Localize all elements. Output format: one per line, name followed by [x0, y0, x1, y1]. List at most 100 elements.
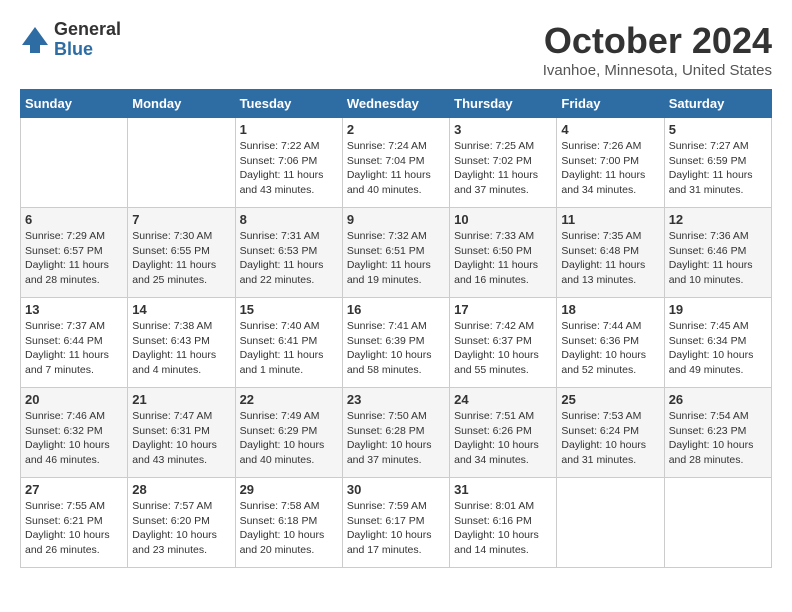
day-number: 3	[454, 122, 552, 137]
day-info: Sunrise: 7:31 AMSunset: 6:53 PMDaylight:…	[240, 229, 338, 288]
calendar-cell: 1Sunrise: 7:22 AMSunset: 7:06 PMDaylight…	[235, 118, 342, 208]
day-info: Sunrise: 7:36 AMSunset: 6:46 PMDaylight:…	[669, 229, 767, 288]
day-number: 9	[347, 212, 445, 227]
day-info: Sunrise: 7:51 AMSunset: 6:26 PMDaylight:…	[454, 409, 552, 468]
day-info: Sunrise: 7:26 AMSunset: 7:00 PMDaylight:…	[561, 139, 659, 198]
day-info: Sunrise: 7:50 AMSunset: 6:28 PMDaylight:…	[347, 409, 445, 468]
day-number: 18	[561, 302, 659, 317]
logo: General Blue	[20, 20, 121, 60]
day-number: 16	[347, 302, 445, 317]
day-info: Sunrise: 7:29 AMSunset: 6:57 PMDaylight:…	[25, 229, 123, 288]
day-number: 4	[561, 122, 659, 137]
calendar-cell: 9 Sunrise: 7:32 AMSunset: 6:51 PMDaylight…	[342, 208, 449, 298]
calendar-week-row: 6 Sunrise: 7:29 AMSunset: 6:57 PMDaylight…	[21, 208, 772, 298]
day-number: 17	[454, 302, 552, 317]
day-number: 31	[454, 482, 552, 497]
day-info: Sunrise: 7:37 AMSunset: 6:44 PMDaylight:…	[25, 319, 123, 378]
day-number: 20	[25, 392, 123, 407]
day-info: Sunrise: 7:57 AMSunset: 6:20 PMDaylight:…	[132, 499, 230, 558]
calendar-cell: 28 Sunrise: 7:57 AMSunset: 6:20 PMDayligh…	[128, 478, 235, 568]
calendar-cell: 6 Sunrise: 7:29 AMSunset: 6:57 PMDaylight…	[21, 208, 128, 298]
day-number: 6	[25, 212, 123, 227]
title-section: October 2024 Ivanhoe, Minnesota, United …	[543, 20, 772, 79]
day-number: 14	[132, 302, 230, 317]
day-info: Sunrise: 7:45 AMSunset: 6:34 PMDaylight:…	[669, 319, 767, 378]
day-info: Sunrise: 7:54 AMSunset: 6:23 PMDaylight:…	[669, 409, 767, 468]
calendar-cell: 20 Sunrise: 7:46 AMSunset: 6:32 PMDayligh…	[21, 388, 128, 478]
calendar-cell: 26 Sunrise: 7:54 AMSunset: 6:23 PMDayligh…	[664, 388, 771, 478]
weekday-header: Friday	[557, 90, 664, 118]
calendar-cell: 31 Sunrise: 8:01 AMSunset: 6:16 PMDayligh…	[450, 478, 557, 568]
calendar-cell: 7Sunrise: 7:30 AMSunset: 6:55 PMDaylight…	[128, 208, 235, 298]
day-number: 28	[132, 482, 230, 497]
calendar-cell: 4 Sunrise: 7:26 AMSunset: 7:00 PMDaylight…	[557, 118, 664, 208]
month-title: October 2024	[543, 20, 772, 62]
day-number: 22	[240, 392, 338, 407]
calendar-cell: 25 Sunrise: 7:53 AMSunset: 6:24 PMDayligh…	[557, 388, 664, 478]
calendar-cell: 22 Sunrise: 7:49 AMSunset: 6:29 PMDayligh…	[235, 388, 342, 478]
day-info: Sunrise: 7:25 AMSunset: 7:02 PMDaylight:…	[454, 139, 552, 198]
day-info: Sunrise: 7:24 AMSunset: 7:04 PMDaylight:…	[347, 139, 445, 198]
weekday-header: Thursday	[450, 90, 557, 118]
day-info: Sunrise: 7:32 AMSunset: 6:51 PMDaylight:…	[347, 229, 445, 288]
day-info: Sunrise: 7:49 AMSunset: 6:29 PMDaylight:…	[240, 409, 338, 468]
calendar-cell: 12 Sunrise: 7:36 AMSunset: 6:46 PMDayligh…	[664, 208, 771, 298]
logo-blue: Blue	[54, 40, 121, 60]
day-number: 2	[347, 122, 445, 137]
day-number: 25	[561, 392, 659, 407]
weekday-header: Sunday	[21, 90, 128, 118]
day-number: 10	[454, 212, 552, 227]
day-number: 27	[25, 482, 123, 497]
day-info: Sunrise: 7:40 AMSunset: 6:41 PMDaylight:…	[240, 319, 338, 378]
logo-text: General Blue	[54, 20, 121, 60]
calendar-cell: 23 Sunrise: 7:50 AMSunset: 6:28 PMDayligh…	[342, 388, 449, 478]
day-info: Sunrise: 7:42 AMSunset: 6:37 PMDaylight:…	[454, 319, 552, 378]
day-info: Sunrise: 7:46 AMSunset: 6:32 PMDaylight:…	[25, 409, 123, 468]
calendar-cell: 11Sunrise: 7:35 AMSunset: 6:48 PMDayligh…	[557, 208, 664, 298]
calendar-cell: 27Sunrise: 7:55 AMSunset: 6:21 PMDayligh…	[21, 478, 128, 568]
weekday-header-row: SundayMondayTuesdayWednesdayThursdayFrid…	[21, 90, 772, 118]
calendar-cell: 3 Sunrise: 7:25 AMSunset: 7:02 PMDaylight…	[450, 118, 557, 208]
day-number: 19	[669, 302, 767, 317]
calendar-cell	[664, 478, 771, 568]
calendar-cell: 30 Sunrise: 7:59 AMSunset: 6:17 PMDayligh…	[342, 478, 449, 568]
calendar-week-row: 20 Sunrise: 7:46 AMSunset: 6:32 PMDayligh…	[21, 388, 772, 478]
weekday-header: Monday	[128, 90, 235, 118]
day-number: 11	[561, 212, 659, 227]
calendar-cell: 16 Sunrise: 7:41 AMSunset: 6:39 PMDayligh…	[342, 298, 449, 388]
weekday-header: Saturday	[664, 90, 771, 118]
day-number: 23	[347, 392, 445, 407]
day-number: 29	[240, 482, 338, 497]
calendar-cell: 13 Sunrise: 7:37 AMSunset: 6:44 PMDayligh…	[21, 298, 128, 388]
calendar-cell: 19 Sunrise: 7:45 AMSunset: 6:34 PMDayligh…	[664, 298, 771, 388]
calendar-cell	[21, 118, 128, 208]
calendar-cell: 15Sunrise: 7:40 AMSunset: 6:41 PMDayligh…	[235, 298, 342, 388]
day-info: Sunrise: 7:27 AMSunset: 6:59 PMDaylight:…	[669, 139, 767, 198]
day-number: 7	[132, 212, 230, 227]
day-number: 26	[669, 392, 767, 407]
day-number: 30	[347, 482, 445, 497]
calendar: SundayMondayTuesdayWednesdayThursdayFrid…	[20, 89, 772, 568]
logo-icon	[20, 25, 50, 55]
calendar-cell: 2 Sunrise: 7:24 AMSunset: 7:04 PMDaylight…	[342, 118, 449, 208]
logo-general: General	[54, 20, 121, 40]
calendar-cell: 18Sunrise: 7:44 AMSunset: 6:36 PMDayligh…	[557, 298, 664, 388]
calendar-cell	[128, 118, 235, 208]
day-number: 13	[25, 302, 123, 317]
page-header: General Blue October 2024 Ivanhoe, Minne…	[20, 20, 772, 79]
day-info: Sunrise: 7:53 AMSunset: 6:24 PMDaylight:…	[561, 409, 659, 468]
calendar-cell: 29 Sunrise: 7:58 AMSunset: 6:18 PMDayligh…	[235, 478, 342, 568]
calendar-cell: 21Sunrise: 7:47 AMSunset: 6:31 PMDayligh…	[128, 388, 235, 478]
day-number: 21	[132, 392, 230, 407]
day-info: Sunrise: 8:01 AMSunset: 6:16 PMDaylight:…	[454, 499, 552, 558]
day-info: Sunrise: 7:41 AMSunset: 6:39 PMDaylight:…	[347, 319, 445, 378]
day-info: Sunrise: 7:59 AMSunset: 6:17 PMDaylight:…	[347, 499, 445, 558]
weekday-header: Wednesday	[342, 90, 449, 118]
calendar-week-row: 27Sunrise: 7:55 AMSunset: 6:21 PMDayligh…	[21, 478, 772, 568]
day-info: Sunrise: 7:38 AMSunset: 6:43 PMDaylight:…	[132, 319, 230, 378]
day-info: Sunrise: 7:58 AMSunset: 6:18 PMDaylight:…	[240, 499, 338, 558]
day-number: 24	[454, 392, 552, 407]
day-number: 12	[669, 212, 767, 227]
location: Ivanhoe, Minnesota, United States	[543, 62, 772, 79]
calendar-cell: 10Sunrise: 7:33 AMSunset: 6:50 PMDayligh…	[450, 208, 557, 298]
